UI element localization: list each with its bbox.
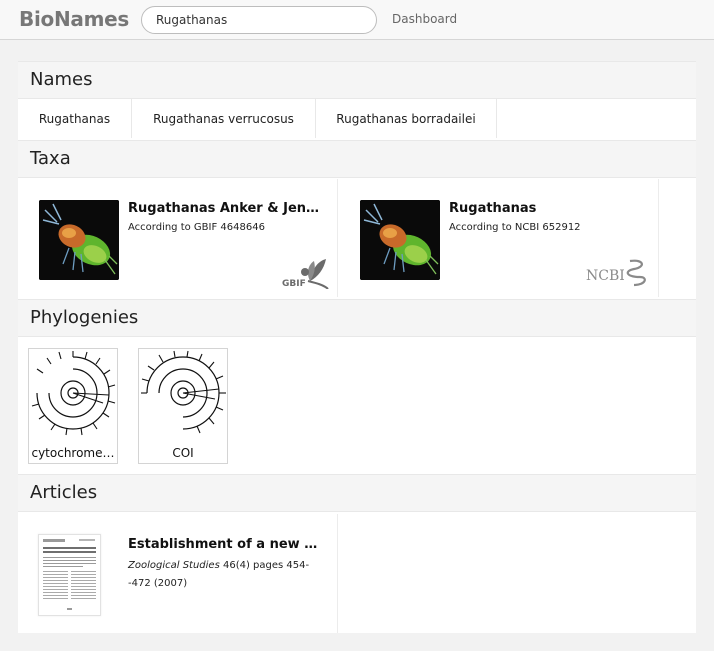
svg-text:NCBI: NCBI [586, 268, 625, 284]
taxon-title[interactable]: Rugathanas [449, 201, 649, 216]
search-input[interactable] [141, 6, 377, 34]
article-title[interactable]: Establishment of a new … [128, 537, 328, 552]
name-item-rugathanas-borradailei[interactable]: Rugathanas borradailei [316, 99, 497, 138]
svg-text:GBIF: GBIF [282, 279, 306, 289]
taxon-title[interactable]: Rugathanas Anker & Jen… [128, 201, 328, 216]
articles-heading: Articles [30, 482, 98, 503]
names-section-header: Names [18, 61, 696, 99]
phylogeny-card-cytochrome[interactable]: cytochrome… [28, 348, 118, 464]
phylogeny-card-coi[interactable]: COI [138, 348, 228, 464]
main-panel: Names Rugathanas Rugathanas verrucosus R… [18, 61, 696, 633]
name-item-rugathanas[interactable]: Rugathanas [18, 99, 132, 138]
names-heading: Names [30, 69, 93, 90]
taxon-thumbnail [39, 200, 119, 280]
top-navigation-bar: BioNames Dashboard [0, 0, 714, 40]
article-citation: Zoological Studies 46(4) pages 454- -472 … [128, 557, 318, 593]
name-item-rugathanas-verrucosus[interactable]: Rugathanas verrucosus [132, 99, 316, 138]
circular-tree-icon [141, 350, 226, 434]
phylogenies-heading: Phylogenies [30, 307, 139, 328]
taxon-thumbnail [360, 200, 440, 280]
articles-section-header: Articles [18, 474, 696, 512]
article-journal: Zoological Studies [128, 560, 220, 571]
article-pages-year: -472 (2007) [128, 578, 188, 589]
brand-logo[interactable]: BioNames [19, 7, 129, 31]
phylogeny-label: COI [172, 446, 194, 460]
gbif-logo-icon: GBIF [280, 255, 330, 290]
dashboard-link[interactable]: Dashboard [392, 12, 457, 26]
ncbi-logo-icon: NCBI [584, 255, 650, 289]
taxon-card-gbif[interactable]: Rugathanas Anker & Jen… According to GBI… [18, 179, 338, 297]
article-card[interactable]: Establishment of a new … Zoological Stud… [18, 514, 338, 633]
taxa-heading: Taxa [30, 148, 71, 169]
phylogeny-label: cytochrome… [31, 446, 115, 460]
taxa-section-header: Taxa [18, 140, 696, 178]
taxon-source-text: According to GBIF 4648646 [128, 222, 265, 233]
article-volume-pages: 46(4) pages 454- [219, 560, 310, 571]
article-thumbnail [38, 534, 101, 616]
phylogenies-section-header: Phylogenies [18, 299, 696, 337]
taxon-source-text: According to NCBI 652912 [449, 222, 581, 233]
circular-tree-icon [31, 351, 116, 436]
